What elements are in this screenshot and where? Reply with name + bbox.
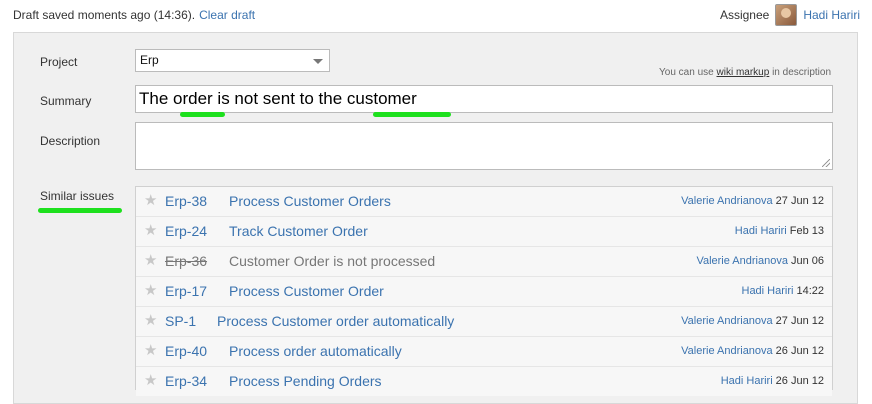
list-item[interactable]: ★ Erp-40 Process order automatically Valeri… <box>136 337 832 367</box>
issue-title-link[interactable]: Process Customer Order <box>229 283 384 299</box>
issue-assignee-link[interactable]: Valerie Andrianova <box>696 255 788 267</box>
list-item[interactable]: ★ Erp-24 Track Customer Order Hadi Hariri Fe… <box>136 217 832 247</box>
chevron-down-icon <box>313 59 323 64</box>
issue-key-link[interactable]: Erp-34 <box>165 373 207 389</box>
issue-assignee-link[interactable]: Valerie Andrianova <box>681 315 773 327</box>
list-item[interactable]: ★ Erp-38 Process Customer Orders Valerie An… <box>136 187 832 217</box>
similar-issues-list: ★ Erp-38 Process Customer Orders Valerie An… <box>135 186 833 396</box>
issue-meta: Valerie Andrianova 27 Jun 12 <box>681 315 824 327</box>
issue-date: 27 Jun 12 <box>775 315 824 327</box>
summary-label: Summary <box>40 94 92 108</box>
issue-meta: Valerie Andrianova 26 Jun 12 <box>681 345 824 357</box>
issue-title-link[interactable]: Process order automatically <box>229 343 402 359</box>
issue-meta: Hadi Hariri Feb 13 <box>735 225 824 237</box>
issue-meta: Hadi Hariri 14:22 <box>742 285 825 297</box>
issue-assignee-link[interactable]: Hadi Hariri <box>742 285 794 297</box>
wiki-hint-prefix: You can use <box>659 67 714 78</box>
issue-key-link[interactable]: Erp-38 <box>165 193 207 209</box>
project-select-value: Erp <box>140 53 159 67</box>
list-item[interactable]: ★ Erp-17 Process Customer Order Hadi Hariri… <box>136 277 832 307</box>
issue-assignee-link[interactable]: Valerie Andrianova <box>681 345 773 357</box>
create-issue-panel: Project Erp You can use wiki markup in d… <box>13 32 858 404</box>
star-icon[interactable]: ★ <box>144 253 157 269</box>
issue-title-link[interactable]: Track Customer Order <box>229 223 368 239</box>
draft-status-text: Draft saved moments ago (14:36). <box>13 8 196 22</box>
avatar <box>775 4 798 26</box>
similar-issues-label: Similar issues <box>40 189 115 203</box>
issue-title-link[interactable]: Process Customer order automatically <box>217 313 454 329</box>
assignee-name-link[interactable]: Hadi Hariri <box>803 8 860 22</box>
issue-date: 26 Jun 12 <box>775 345 824 357</box>
issue-date: 14:22 <box>796 285 824 297</box>
highlight-order <box>180 112 225 117</box>
project-label: Project <box>40 55 78 69</box>
clear-draft-link[interactable]: Clear draft <box>199 8 255 22</box>
issue-title-link[interactable]: Process Customer Orders <box>229 193 391 209</box>
draft-status: Draft saved moments ago (14:36). Clear dr… <box>13 8 255 22</box>
issue-assignee-link[interactable]: Valerie Andrianova <box>681 195 773 207</box>
description-label: Description <box>40 134 101 148</box>
issue-meta: Valerie Andrianova Jun 06 <box>696 255 824 267</box>
issue-title-link[interactable]: Customer Order is not processed <box>229 253 435 269</box>
issue-date: Feb 13 <box>789 225 824 237</box>
issue-date: Jun 06 <box>790 255 824 267</box>
issue-date: 26 Jun 12 <box>775 375 824 387</box>
issue-meta: Valerie Andrianova 27 Jun 12 <box>681 195 824 207</box>
issue-assignee-link[interactable]: Hadi Hariri <box>721 375 773 387</box>
highlight-similar-issues <box>38 208 122 213</box>
list-item[interactable]: ★ Erp-36 Customer Order is not processed Va… <box>136 247 832 277</box>
wiki-markup-hint: You can use wiki markup in description <box>659 67 831 78</box>
issue-assignee-link[interactable]: Hadi Hariri <box>735 225 787 237</box>
star-icon[interactable]: ★ <box>144 283 157 299</box>
star-icon[interactable]: ★ <box>144 193 157 209</box>
highlight-customer <box>373 112 451 117</box>
resize-handle-icon[interactable] <box>822 159 830 167</box>
star-icon[interactable]: ★ <box>144 343 157 359</box>
issue-key-link[interactable]: SP-1 <box>165 313 196 329</box>
star-icon[interactable]: ★ <box>144 313 157 329</box>
summary-input[interactable]: The order is not sent to the customer <box>135 85 833 113</box>
issue-key-link[interactable]: Erp-40 <box>165 343 207 359</box>
issue-title-link[interactable]: Process Pending Orders <box>229 373 382 389</box>
issue-meta: Hadi Hariri 26 Jun 12 <box>721 375 824 387</box>
wiki-hint-suffix: in description <box>772 67 831 78</box>
issue-date: 27 Jun 12 <box>775 195 824 207</box>
issue-key-link[interactable]: Erp-17 <box>165 283 207 299</box>
star-icon[interactable]: ★ <box>144 223 157 239</box>
top-bar: Draft saved moments ago (14:36). Clear dr… <box>0 0 872 30</box>
star-icon[interactable]: ★ <box>144 373 157 389</box>
wiki-markup-link[interactable]: wiki markup <box>717 67 770 78</box>
assignee-label: Assignee <box>719 8 770 22</box>
assignee: Assignee Hadi Hariri <box>720 4 860 26</box>
project-select[interactable]: Erp <box>135 49 330 72</box>
issue-key-link[interactable]: Erp-24 <box>165 223 207 239</box>
issue-key-link[interactable]: Erp-36 <box>165 253 207 269</box>
list-item[interactable]: ★ SP-1 Process Customer order automaticall… <box>136 307 832 337</box>
description-textarea[interactable] <box>135 122 833 170</box>
list-item[interactable]: ★ Erp-34 Process Pending Orders Hadi Hariri… <box>136 367 832 396</box>
